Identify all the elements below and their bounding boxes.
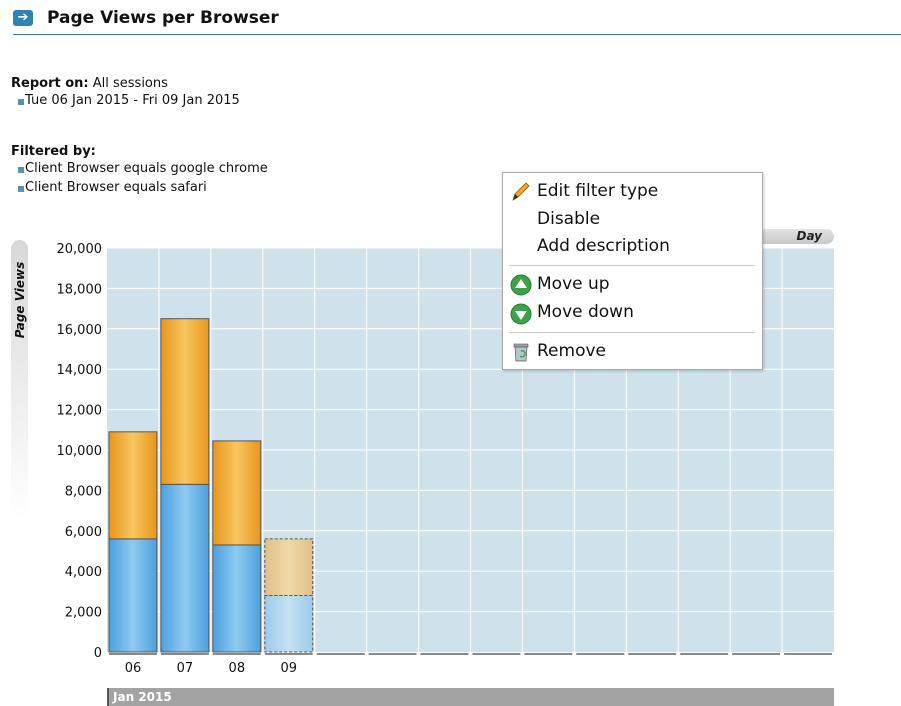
x-tick-label: 09 <box>280 661 297 676</box>
move-down-icon <box>510 303 532 325</box>
menu-add-description[interactable]: Add description <box>537 236 670 256</box>
bar-segment-series-1[interactable] <box>264 594 314 653</box>
y-tick-label: 4,000 <box>65 565 102 580</box>
x-tick-label: 07 <box>177 661 194 676</box>
y-tick-label: 14,000 <box>57 363 103 378</box>
menu-separator <box>509 332 755 333</box>
x-tick-label: 08 <box>229 661 246 676</box>
menu-move-up[interactable]: Move up <box>537 274 610 294</box>
menu-remove[interactable]: Remove <box>537 341 606 361</box>
bar-segment-series-1[interactable] <box>108 538 158 653</box>
y-tick-label: 8,000 <box>65 484 102 499</box>
menu-edit-filter-type[interactable]: Edit filter type <box>537 181 658 201</box>
bar-segment-series-2[interactable] <box>212 440 262 546</box>
filter-context-menu: Edit filter type Disable Add description… <box>502 172 763 370</box>
y-tick-label: 6,000 <box>65 525 102 540</box>
menu-move-down[interactable]: Move down <box>537 302 634 322</box>
bar-segment-series-1[interactable] <box>160 483 210 653</box>
bar-segment-series-2[interactable] <box>264 538 314 596</box>
bar-segment-series-1[interactable] <box>212 544 262 653</box>
y-tick-label: 20,000 <box>57 242 103 257</box>
y-tick-label: 0 <box>94 646 102 661</box>
trash-icon <box>513 343 529 362</box>
pencil-icon <box>512 182 530 201</box>
y-tick-label: 18,000 <box>57 282 103 297</box>
month-axis-label: Jan 2015 <box>107 688 834 706</box>
bar-segment-series-2[interactable] <box>108 431 158 540</box>
y-tick-label: 12,000 <box>57 404 103 419</box>
menu-disable[interactable]: Disable <box>537 209 600 229</box>
move-up-icon <box>510 274 532 296</box>
y-tick-label: 2,000 <box>65 606 102 621</box>
x-tick-label: 06 <box>125 661 142 676</box>
y-tick-label: 16,000 <box>57 323 103 338</box>
page-views-chart: 0 2,000 4,000 6,000 8,000 10,000 12,000 14,000 1… <box>57 242 834 676</box>
menu-separator <box>509 265 755 266</box>
y-tick-label: 10,000 <box>57 444 103 459</box>
bar-segment-series-2[interactable] <box>160 318 210 485</box>
